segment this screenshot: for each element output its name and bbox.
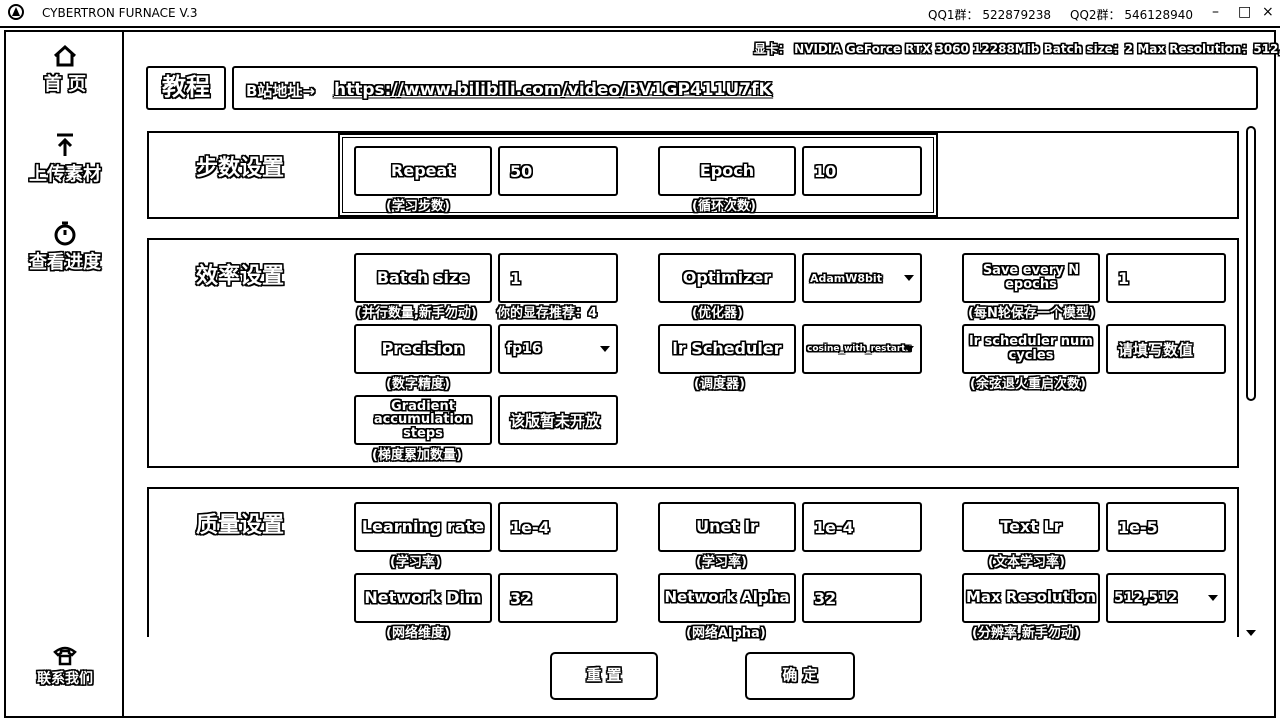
app-logo-icon — [8, 4, 24, 23]
optimizer-select[interactable]: AdamW8bit — [802, 253, 922, 303]
title-bar: CYBERTRON FURNACE V.3 QQ1群： 522879238 QQ… — [0, 0, 1280, 28]
tutorial-label: 教程 — [146, 66, 226, 110]
nav-contact[interactable]: 联系我们 — [6, 644, 124, 688]
text-lr-hint: (文本学习率) — [988, 555, 1065, 570]
unet-lr-label: Unet lr — [658, 502, 796, 552]
batch-size-label: Batch size — [354, 253, 492, 303]
scrollbar[interactable] — [1244, 126, 1258, 636]
optimizer-hint: (优化器) — [692, 306, 743, 321]
reset-button[interactable]: 重 置 — [550, 652, 658, 700]
confirm-button[interactable]: 确 定 — [745, 652, 855, 700]
nav-upload[interactable]: 上传素材 — [6, 132, 124, 186]
nav-home[interactable]: 首 页 — [6, 44, 124, 96]
home-icon — [53, 44, 77, 67]
epoch-input[interactable]: 10 — [802, 146, 922, 196]
repeat-input[interactable]: 50 — [498, 146, 618, 196]
nav-contact-label: 联系我们 — [37, 671, 93, 687]
epoch-label: Epoch — [658, 146, 796, 196]
save-every-label: Save every N epochs — [962, 253, 1100, 303]
max-resolution-select[interactable]: 512,512 — [1106, 573, 1226, 623]
learning-rate-hint: (学习率) — [390, 555, 441, 570]
network-alpha-input[interactable]: 32 — [802, 573, 922, 623]
save-every-input[interactable]: 1 — [1106, 253, 1226, 303]
lr-scheduler-label: lr Scheduler — [658, 324, 796, 374]
precision-hint: (数字精度) — [386, 377, 450, 392]
lr-scheduler-hint: (调度器) — [694, 377, 745, 392]
optimizer-label: Optimizer — [658, 253, 796, 303]
gpu-info: 显卡： NVIDIA GeForce RTX 3060 12288Mib Bat… — [754, 42, 1280, 56]
gradient-accum-hint: (梯度累加数量) — [372, 448, 462, 463]
tutorial-link-prefix: B站地址→ — [246, 82, 316, 100]
app-title: CYBERTRON FURNACE V.3 — [42, 6, 198, 20]
efficiency-title: 效率设置 — [196, 264, 285, 289]
precision-value: fp16 — [506, 341, 542, 357]
text-lr-label: Text Lr — [962, 502, 1100, 552]
chevron-down-icon — [1208, 595, 1218, 601]
text-lr-input[interactable]: 1e-5 — [1106, 502, 1226, 552]
qq-group-2: QQ2群： 546128940 — [1070, 8, 1194, 22]
precision-select[interactable]: fp16 — [498, 324, 618, 374]
sidebar: 首 页 上传素材 查看进度 联系我们 — [6, 32, 124, 716]
num-cycles-hint: (余弦退火重启次数) — [970, 377, 1086, 392]
gradient-accum-label: Gradient accumulation steps — [354, 395, 492, 445]
nav-home-label: 首 页 — [43, 74, 87, 95]
learning-rate-input[interactable]: 1e-4 — [498, 502, 618, 552]
network-alpha-hint: (网络Alpha) — [686, 626, 766, 641]
phone-icon — [53, 646, 77, 666]
chevron-down-icon — [600, 346, 610, 352]
close-button[interactable]: × — [1262, 4, 1274, 20]
unet-lr-hint: (学习率) — [696, 555, 747, 570]
tutorial-link[interactable]: https://www.bilibili.com/video/BV1GP411U… — [334, 80, 772, 100]
timer-icon — [54, 221, 76, 246]
num-cycles-input[interactable]: 请填写数值 — [1106, 324, 1226, 374]
lr-scheduler-select[interactable]: cosine_with_restarts — [802, 324, 922, 374]
batch-size-input[interactable]: 1 — [498, 253, 618, 303]
nav-progress[interactable]: 查看进度 — [6, 220, 124, 274]
nav-upload-label: 上传素材 — [29, 164, 101, 185]
optimizer-value: AdamW8bit — [810, 271, 882, 285]
precision-label: Precision — [354, 324, 492, 374]
unet-lr-input[interactable]: 1e-4 — [802, 502, 922, 552]
vram-recommendation: 你的显存推荐：4 — [497, 306, 598, 321]
tutorial-link-box: B站地址→ https://www.bilibili.com/video/BV1… — [232, 66, 1258, 110]
gradient-accum-input[interactable]: 该版暂未开放 — [498, 395, 618, 445]
maximize-button[interactable]: □ — [1238, 4, 1251, 20]
quality-title: 质量设置 — [196, 513, 285, 538]
max-resolution-label: Max Resolution — [962, 573, 1100, 623]
scroll-down-icon[interactable] — [1246, 630, 1256, 636]
network-dim-input[interactable]: 32 — [498, 573, 618, 623]
network-dim-label: Network Dim — [354, 573, 492, 623]
lr-scheduler-value: cosine_with_restarts — [807, 344, 911, 354]
epoch-hint: (循环次数) — [692, 199, 756, 214]
batch-size-hint: (并行数量,新手勿动) — [356, 306, 477, 321]
learning-rate-label: Learning rate — [354, 502, 492, 552]
chevron-down-icon — [904, 275, 914, 281]
qq-group-1: QQ1群： 522879238 — [928, 8, 1052, 22]
scrollbar-thumb[interactable] — [1246, 126, 1256, 401]
repeat-label: Repeat — [354, 146, 492, 196]
chevron-down-icon — [904, 346, 914, 352]
network-alpha-label: Network Alpha — [658, 573, 796, 623]
save-every-hint: (每N轮保存一个模型) — [968, 306, 1095, 321]
upload-icon — [57, 133, 73, 156]
max-resolution-value: 512,512 — [1114, 590, 1178, 606]
minimize-button[interactable]: – — [1212, 4, 1219, 20]
num-cycles-label: lr scheduler num cycles — [962, 324, 1100, 374]
repeat-hint: (学习步数) — [386, 199, 450, 214]
steps-title: 步数设置 — [196, 156, 285, 181]
network-dim-hint: (网络维度) — [386, 626, 450, 641]
max-resolution-hint: (分辨率,新手勿动) — [972, 626, 1080, 641]
nav-progress-label: 查看进度 — [29, 252, 101, 273]
